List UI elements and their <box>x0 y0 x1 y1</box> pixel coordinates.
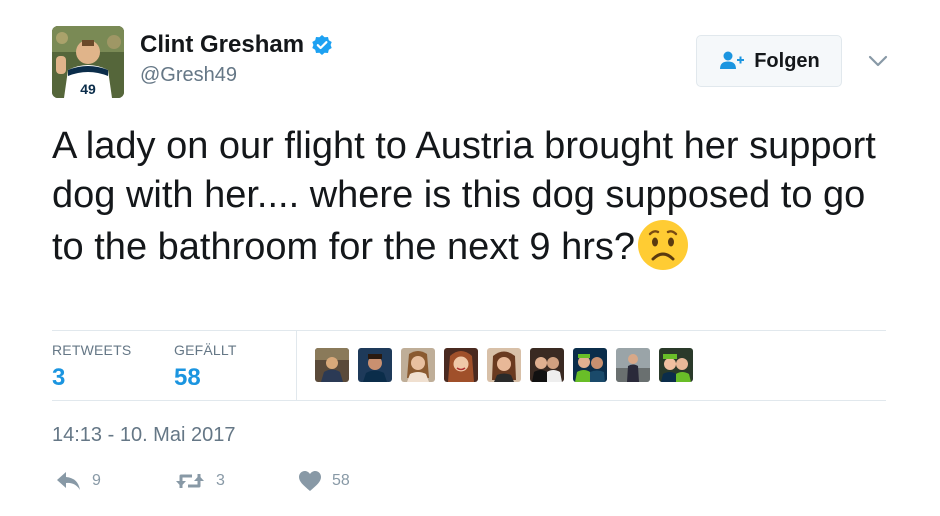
stats-vertical-divider <box>296 331 297 401</box>
heart-icon <box>298 470 322 492</box>
liker-avatar[interactable] <box>659 348 693 382</box>
worried-face-emoji <box>637 219 689 271</box>
retweets-label: RETWEETS <box>52 342 132 358</box>
liker-avatar[interactable] <box>444 348 478 382</box>
user-handle[interactable]: @Gresh49 <box>140 64 237 87</box>
tweet-text: A lady on our flight to Austria brought … <box>52 122 892 272</box>
liker-avatar[interactable] <box>401 348 435 382</box>
follow-button[interactable]: Folgen <box>696 35 842 87</box>
tweet-text-content: A lady on our flight to Austria brought … <box>52 125 876 268</box>
retweets-count: 3 <box>52 364 66 391</box>
like-button[interactable]: 58 <box>298 470 350 492</box>
retweet-icon <box>174 470 206 492</box>
likes-label: GEFÄLLT <box>174 342 237 358</box>
verified-badge-icon <box>311 34 333 56</box>
retweets-stat[interactable]: RETWEETS 3 <box>52 342 131 392</box>
liker-avatar[interactable] <box>616 348 650 382</box>
add-user-icon <box>718 50 746 72</box>
like-count: 58 <box>332 472 350 489</box>
chevron-down-icon[interactable] <box>866 52 890 70</box>
liker-avatar[interactable] <box>573 348 607 382</box>
likers-avatars <box>315 348 702 382</box>
avatar[interactable]: 49 <box>52 26 124 98</box>
likes-stat[interactable]: GEFÄLLT 58 <box>174 342 237 392</box>
liker-avatar[interactable] <box>487 348 521 382</box>
tweet-timestamp[interactable]: 14:13 - 10. Mai 2017 <box>52 424 235 447</box>
liker-avatar[interactable] <box>315 348 349 382</box>
avatar-jersey-number: 49 <box>80 81 96 97</box>
avatar-image: 49 <box>52 26 124 98</box>
reply-icon <box>56 470 82 492</box>
retweet-button[interactable]: 3 <box>174 470 225 492</box>
reply-button[interactable]: 9 <box>56 470 101 492</box>
liker-avatar[interactable] <box>530 348 564 382</box>
user-display-name[interactable]: Clint Gresham <box>140 31 304 59</box>
follow-button-label: Folgen <box>754 49 820 72</box>
stats-bottom-divider <box>52 400 886 401</box>
user-name-row: Clint Gresham <box>140 30 333 60</box>
likes-count: 58 <box>174 364 201 391</box>
reply-count: 9 <box>92 472 101 489</box>
stats-top-divider <box>52 330 886 331</box>
retweet-count: 3 <box>216 472 225 489</box>
liker-avatar[interactable] <box>358 348 392 382</box>
